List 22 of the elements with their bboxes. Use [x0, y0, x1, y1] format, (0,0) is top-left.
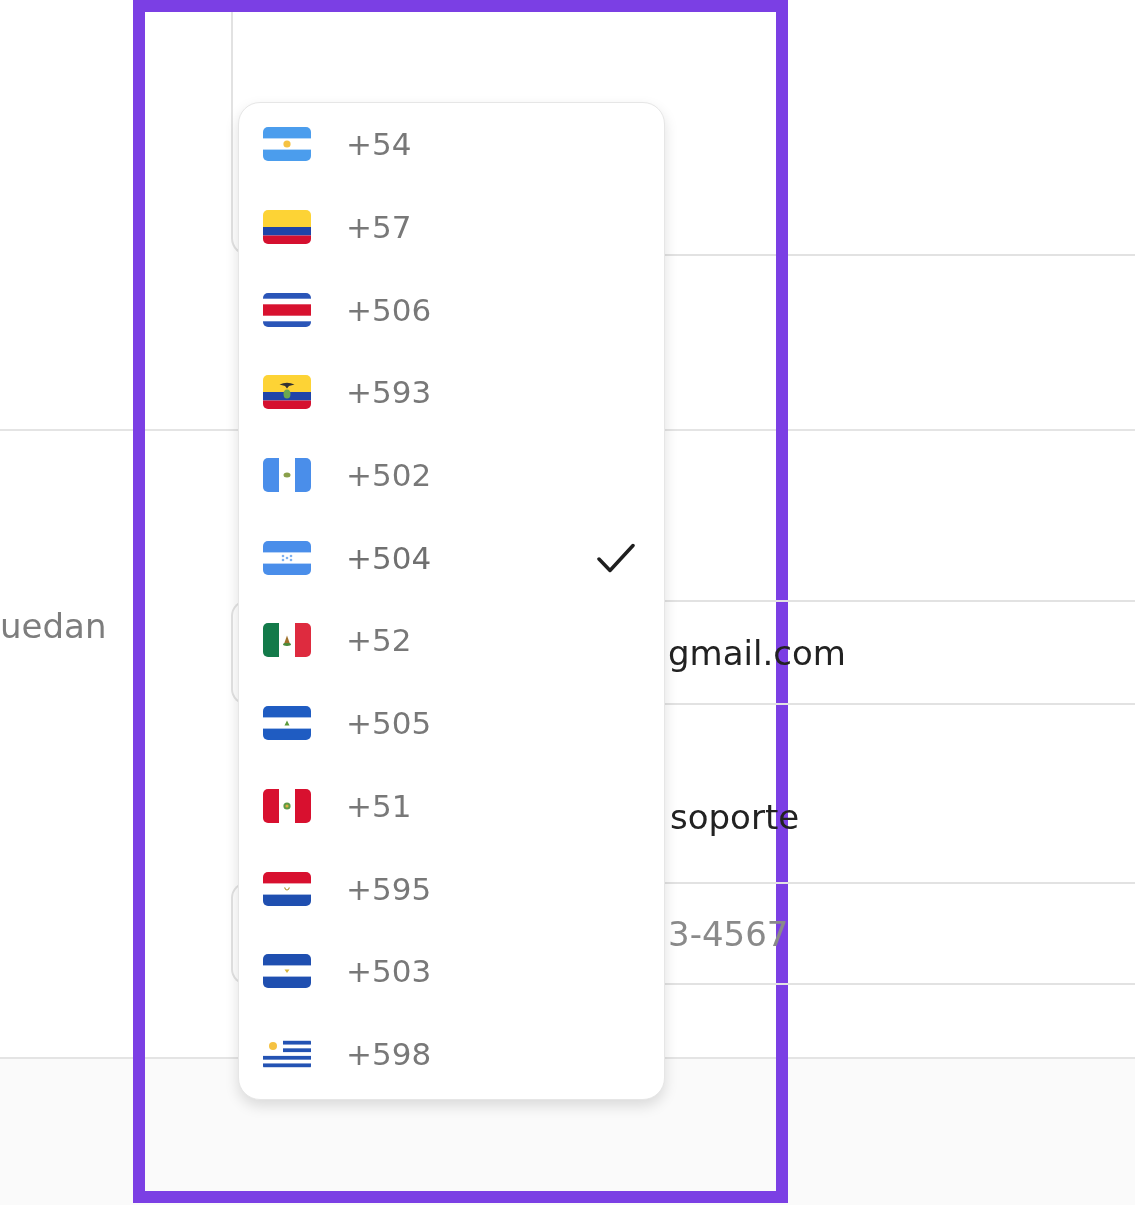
country-code-option[interactable]: +52 [239, 599, 664, 682]
country-code-option[interactable]: +57 [239, 185, 664, 269]
country-code-option[interactable]: +506 [239, 268, 664, 352]
flag-icon [263, 623, 311, 658]
flag-icon [263, 127, 311, 162]
country-code-option[interactable]: +598 [239, 1012, 664, 1096]
country-code-option[interactable]: +502 [239, 433, 664, 517]
flag-icon [263, 375, 311, 410]
country-code-option[interactable]: +51 [239, 764, 664, 848]
flag-icon [263, 540, 311, 575]
country-code-option[interactable]: +593 [239, 351, 664, 434]
flag-icon [263, 706, 311, 741]
flag-icon [263, 210, 311, 245]
country-code-option[interactable]: +54 [239, 103, 664, 186]
flag-icon [263, 954, 311, 989]
flag-icon [263, 788, 311, 823]
flag-icon [263, 871, 311, 906]
check-icon [597, 542, 635, 573]
description-text: uedan [0, 606, 107, 646]
flag-icon [263, 292, 311, 327]
flag-icon [263, 458, 311, 493]
country-code-option[interactable]: +504 [239, 516, 664, 600]
